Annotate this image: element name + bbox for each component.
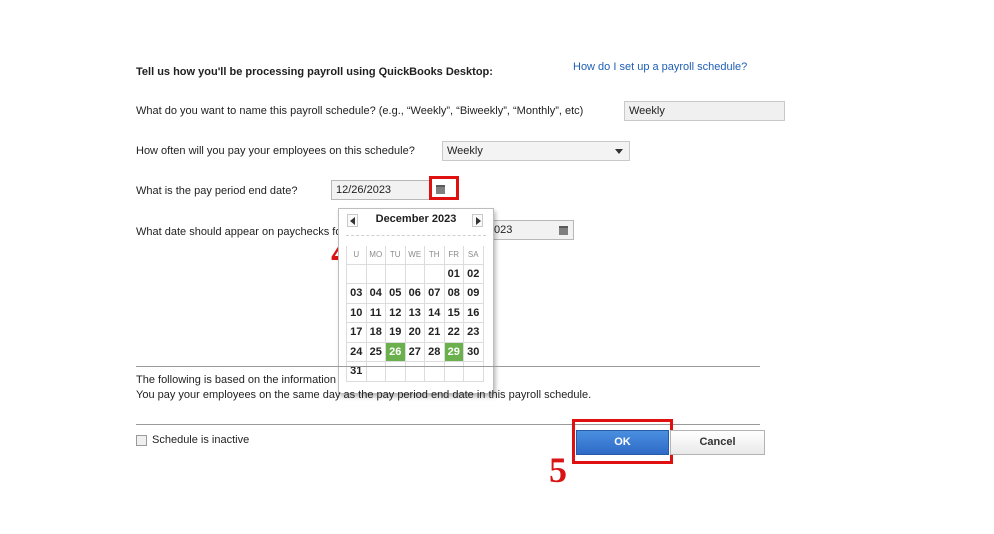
calendar-day[interactable]: 01 — [443, 263, 464, 284]
calendar-empty-cell — [385, 263, 406, 284]
calendar-day[interactable]: 31 — [346, 361, 367, 382]
calendar-day[interactable]: 16 — [463, 302, 484, 323]
calendar-week-row: 01 02 — [346, 263, 484, 284]
pay-frequency-label: How often will you pay your employees on… — [136, 145, 415, 157]
calendar-empty-cell — [424, 263, 445, 284]
section-divider — [136, 366, 760, 367]
pay-frequency-value: Weekly — [447, 145, 483, 157]
calendar-day[interactable]: 26 — [385, 341, 406, 362]
calendar-day[interactable]: 08 — [443, 283, 464, 304]
calendar-empty-cell — [365, 361, 386, 382]
calendar-day[interactable]: 27 — [404, 341, 425, 362]
form-heading: Tell us how you'll be processing payroll… — [136, 66, 493, 78]
schedule-name-label: What do you want to name this payroll sc… — [136, 105, 584, 117]
ok-button[interactable]: OK — [576, 430, 669, 455]
calendar-day[interactable]: 24 — [346, 341, 367, 362]
help-link[interactable]: How do I set up a payroll schedule? — [573, 61, 747, 73]
calendar-day[interactable]: 15 — [443, 302, 464, 323]
calendar-day[interactable]: 25 — [365, 341, 386, 362]
calendar-day[interactable]: 19 — [385, 322, 406, 343]
info-line-1: The following is based on the informatio… — [136, 374, 336, 386]
calendar-empty-cell — [443, 361, 464, 382]
chevron-down-icon — [615, 149, 623, 154]
weekday-header: SA — [463, 246, 484, 265]
pay-frequency-select[interactable]: Weekly — [442, 141, 630, 161]
calendar-empty-cell — [385, 361, 406, 382]
calendar-day[interactable]: 12 — [385, 302, 406, 323]
calendar-empty-cell — [424, 361, 445, 382]
calendar-day[interactable]: 11 — [365, 302, 386, 323]
calendar-day[interactable]: 09 — [463, 283, 484, 304]
weekday-header: FR — [443, 246, 464, 265]
period-end-date-input[interactable]: 12/26/2023 — [331, 180, 431, 200]
calendar-empty-cell — [463, 361, 484, 382]
weekday-header: WE — [404, 246, 425, 265]
calendar-day[interactable]: 14 — [424, 302, 445, 323]
paycheck-calendar-icon[interactable] — [559, 226, 568, 235]
calendar-day[interactable]: 21 — [424, 322, 445, 343]
calendar-empty-cell — [404, 263, 425, 284]
calendar-week-row: 03 04 05 06 07 08 09 — [346, 283, 484, 304]
weekday-header: TU — [385, 246, 406, 265]
calendar-day[interactable]: 17 — [346, 322, 367, 343]
calendar-month-title: December 2023 — [375, 213, 457, 225]
calendar-week-row: 17 18 19 20 21 22 23 — [346, 322, 484, 343]
calendar-day[interactable]: 07 — [424, 283, 445, 304]
calendar-day[interactable]: 18 — [365, 322, 386, 343]
calendar-day[interactable]: 29 — [443, 341, 464, 362]
chevron-right-icon — [476, 217, 481, 225]
cancel-button[interactable]: Cancel — [670, 430, 765, 455]
calendar-empty-cell — [365, 263, 386, 284]
calendar-day[interactable]: 28 — [424, 341, 445, 362]
calendar-day[interactable]: 03 — [346, 283, 367, 304]
info-line-2: You pay your employees on the same day a… — [136, 389, 592, 401]
calendar-day[interactable]: 23 — [463, 322, 484, 343]
calendar-week-row: 24 25 26 27 28 29 30 — [346, 341, 484, 362]
calendar-day[interactable]: 05 — [385, 283, 406, 304]
weekday-header: MO — [365, 246, 386, 265]
calendar-empty-cell — [404, 361, 425, 382]
calendar-day[interactable]: 13 — [404, 302, 425, 323]
calendar-empty-cell — [346, 263, 367, 284]
calendar-header-divider — [346, 235, 486, 236]
calendar-day[interactable]: 20 — [404, 322, 425, 343]
paycheck-date-label: What date should appear on paychecks fo — [136, 226, 342, 238]
weekday-header: TH — [424, 246, 445, 265]
period-end-label: What is the pay period end date? — [136, 185, 298, 197]
calendar-day[interactable]: 22 — [443, 322, 464, 343]
inactive-label: Schedule is inactive — [152, 434, 250, 446]
calendar-day[interactable]: 30 — [463, 341, 484, 362]
calendar-day[interactable]: 06 — [404, 283, 425, 304]
calendar-week-row: 31 — [346, 361, 484, 382]
calendar-icon[interactable] — [436, 185, 445, 194]
calendar-week-row: 10 11 12 13 14 15 16 — [346, 302, 484, 323]
weekday-header: U — [346, 246, 367, 265]
calendar-day[interactable]: 02 — [463, 263, 484, 284]
calendar-grid: U MO TU WE TH FR SA 01 02 03 04 05 06 07 08 09 10 11 12 13… — [346, 246, 484, 382]
step-5-annotation: 5 — [549, 450, 567, 490]
calendar-day[interactable]: 04 — [365, 283, 386, 304]
inactive-checkbox[interactable] — [136, 435, 147, 446]
calendar-day[interactable]: 10 — [346, 302, 367, 323]
schedule-name-input[interactable]: Weekly — [624, 101, 785, 121]
next-month-button[interactable] — [472, 214, 483, 227]
